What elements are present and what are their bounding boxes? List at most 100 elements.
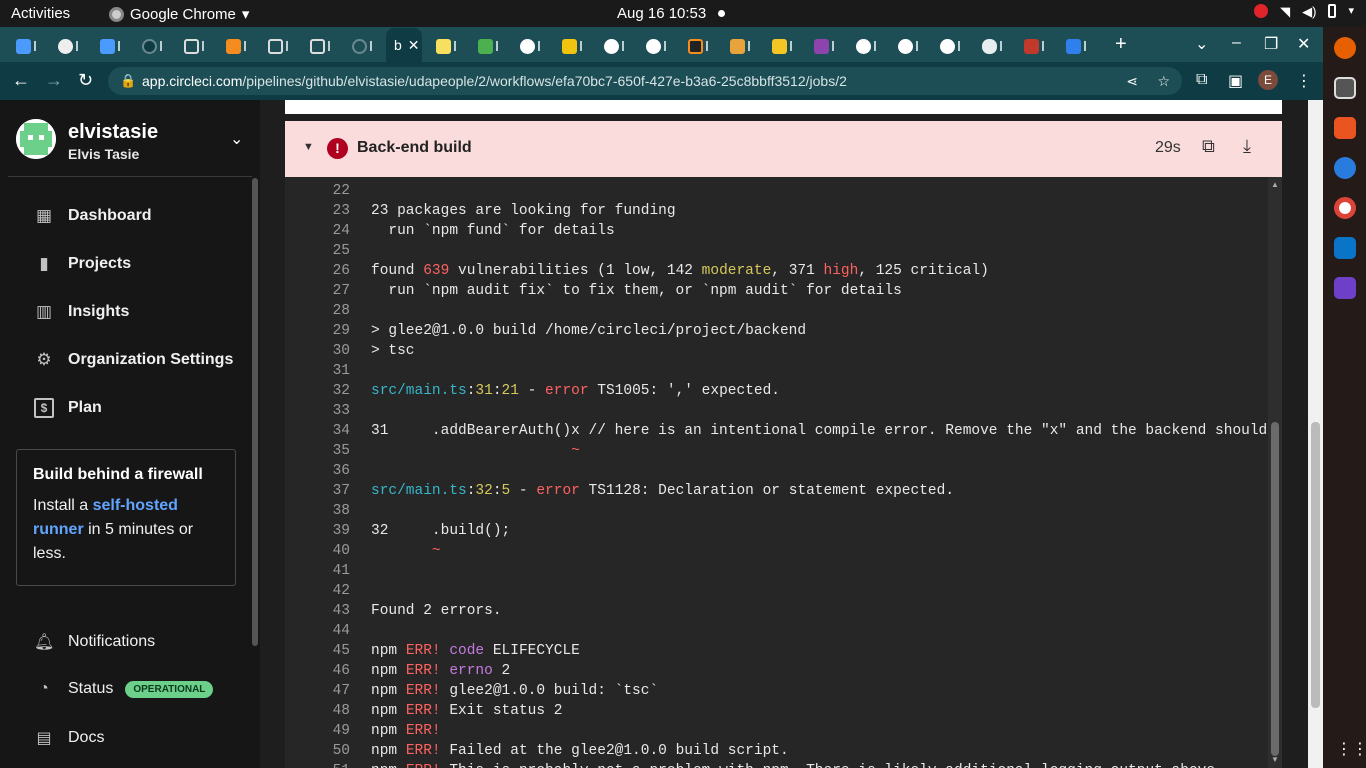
- activities-button[interactable]: Activities: [11, 5, 70, 22]
- address-bar[interactable]: 🔒 app.circleci.com/pipelines/github/elvis…: [108, 67, 1182, 95]
- org-switcher[interactable]: elvistasie Elvis Tasie ⌄: [16, 119, 243, 167]
- share-icon[interactable]: ⋖: [1126, 67, 1138, 95]
- log-text-segment: npm: [371, 643, 406, 659]
- minimize-icon[interactable]: –: [1232, 34, 1241, 52]
- browser-tab[interactable]: [512, 33, 550, 59]
- tab-divider: [958, 41, 960, 51]
- extensions-icon[interactable]: ⧉: [1196, 71, 1207, 89]
- app-menu[interactable]: Google Chrome ▾: [109, 5, 249, 23]
- browser-tab[interactable]: [554, 33, 592, 59]
- browser-tab[interactable]: [50, 33, 88, 59]
- browser-tab[interactable]: [848, 33, 886, 59]
- browser-tab[interactable]: [722, 33, 760, 59]
- browser-tab[interactable]: [428, 33, 466, 59]
- log-line: 47 npm ERR! glee2@1.0.0 build: `tsc`: [285, 681, 1268, 701]
- log-text-segment: npm: [371, 703, 406, 719]
- sidebar-item-insights[interactable]: ▥ Insights: [34, 302, 129, 322]
- system-tray[interactable]: ◥ ◀) ▾: [1254, 4, 1354, 19]
- side-panel-icon[interactable]: ▣: [1228, 71, 1243, 91]
- show-apps-icon[interactable]: ⋮⋮⋮: [1336, 739, 1366, 758]
- new-tab-button[interactable]: +: [1115, 33, 1127, 56]
- software-icon[interactable]: [1334, 117, 1356, 139]
- page-scroll-thumb[interactable]: [1311, 422, 1320, 708]
- job-header[interactable]: ▼ ! Back-end build 29s ⧉ ⤓: [285, 121, 1282, 177]
- browser-tab[interactable]: [134, 33, 172, 59]
- tab-favicon-icon: [688, 38, 703, 54]
- tab-divider: [1084, 41, 1086, 51]
- sidebar-item-label: Notifications: [68, 633, 156, 650]
- browser-tab[interactable]: [260, 33, 298, 59]
- browser-tab[interactable]: [92, 33, 130, 59]
- browser-tab[interactable]: [764, 33, 802, 59]
- clock[interactable]: Aug 16 10:53: [617, 5, 706, 22]
- bookmark-star-icon[interactable]: ☆: [1157, 67, 1170, 95]
- sidebar-item-label: Organization Settings: [68, 351, 234, 368]
- chrome-dock-icon[interactable]: [1334, 197, 1356, 219]
- browser-tab[interactable]: [638, 33, 676, 59]
- sidebar-item-organization-settings[interactable]: ⚙ Organization Settings: [34, 350, 233, 370]
- browser-menu-icon[interactable]: ⋮: [1296, 71, 1312, 91]
- back-icon[interactable]: ←: [12, 70, 30, 91]
- scroll-down-icon[interactable]: ▼: [1271, 755, 1279, 764]
- browser-tab[interactable]: [932, 33, 970, 59]
- log-scrollbar[interactable]: ▲ ▼: [1268, 177, 1282, 768]
- browser-tab[interactable]: [1058, 33, 1096, 59]
- tab-divider: [160, 41, 162, 51]
- build-log-output[interactable]: 22 23 23 packages are looking for funding 2…: [285, 177, 1268, 768]
- log-scroll-thumb[interactable]: [1271, 422, 1279, 756]
- browser-tab[interactable]: [470, 33, 508, 59]
- tab-favicon-icon: [646, 38, 661, 54]
- open-in-new-tab-icon[interactable]: ⧉: [1202, 136, 1215, 157]
- sidebar-item-projects[interactable]: ▮ Projects: [34, 254, 131, 274]
- log-line: 46 npm ERR! errno 2: [285, 661, 1268, 681]
- browser-tab[interactable]: [344, 33, 382, 59]
- browser-tab[interactable]: [680, 33, 718, 59]
- tab-divider: [1000, 41, 1002, 51]
- chevron-down-icon[interactable]: ⌄: [230, 129, 243, 149]
- vscode-icon[interactable]: [1334, 237, 1356, 259]
- scroll-up-icon[interactable]: ▲: [1271, 180, 1279, 189]
- github-desktop-icon[interactable]: [1334, 277, 1356, 299]
- files-icon[interactable]: [1334, 77, 1356, 99]
- tab-favicon-icon: [814, 38, 829, 54]
- profile-avatar[interactable]: E: [1258, 70, 1278, 90]
- browser-tab[interactable]: [176, 33, 214, 59]
- maximize-icon[interactable]: ❐: [1264, 34, 1278, 54]
- sidebar-item-docs[interactable]: ▤ Docs: [34, 728, 104, 748]
- app-menu-label: Google Chrome: [130, 5, 236, 23]
- download-icon[interactable]: ⤓: [1243, 136, 1251, 157]
- browser-tab[interactable]: [302, 33, 340, 59]
- browser-tab[interactable]: [1016, 33, 1054, 59]
- collapse-caret-icon[interactable]: ▼: [303, 141, 314, 153]
- page-scrollbar[interactable]: [1308, 100, 1323, 768]
- browser-tab[interactable]: [218, 33, 256, 59]
- sidebar-item-notifications[interactable]: 🔔︎ Notifications: [34, 632, 155, 652]
- log-line: 34 31 .addBearerAuth()x // here is an int…: [285, 421, 1268, 441]
- help-icon[interactable]: [1334, 157, 1356, 179]
- sidebar-item-status[interactable]: ◔ Status OPERATIONAL: [34, 680, 214, 698]
- status-badge: OPERATIONAL: [125, 680, 214, 698]
- browser-tab[interactable]: [806, 33, 844, 59]
- forward-icon[interactable]: →: [45, 70, 63, 91]
- tab-search-icon[interactable]: ⌄: [1195, 34, 1208, 54]
- sidebar-item-plan[interactable]: $ Plan: [34, 398, 102, 418]
- log-text-segment: -: [510, 483, 537, 499]
- log-line-number: 40: [332, 543, 350, 559]
- browser-tab[interactable]: [8, 33, 46, 59]
- sidebar-item-dashboard[interactable]: ▦ Dashboard: [34, 206, 152, 226]
- tab-favicon-icon: [100, 38, 115, 54]
- browser-tab[interactable]: [596, 33, 634, 59]
- close-tab-icon[interactable]: ✕: [408, 37, 420, 54]
- log-line-number: 43: [332, 603, 350, 619]
- reload-icon[interactable]: ↻: [78, 70, 93, 91]
- system-top-bar: Activities Google Chrome ▾ Aug 16 10:53 …: [0, 0, 1366, 27]
- log-line-number: 22: [332, 183, 350, 199]
- close-window-icon[interactable]: ✕: [1297, 34, 1310, 54]
- browser-tab-active[interactable]: b ✕: [386, 28, 422, 62]
- browser-tab[interactable]: [974, 33, 1012, 59]
- firefox-icon[interactable]: [1334, 37, 1356, 59]
- sidebar-item-label: Dashboard: [68, 207, 152, 224]
- log-line: 36: [285, 461, 1268, 481]
- browser-tab[interactable]: [890, 33, 928, 59]
- sidebar-scrollbar[interactable]: [252, 178, 258, 646]
